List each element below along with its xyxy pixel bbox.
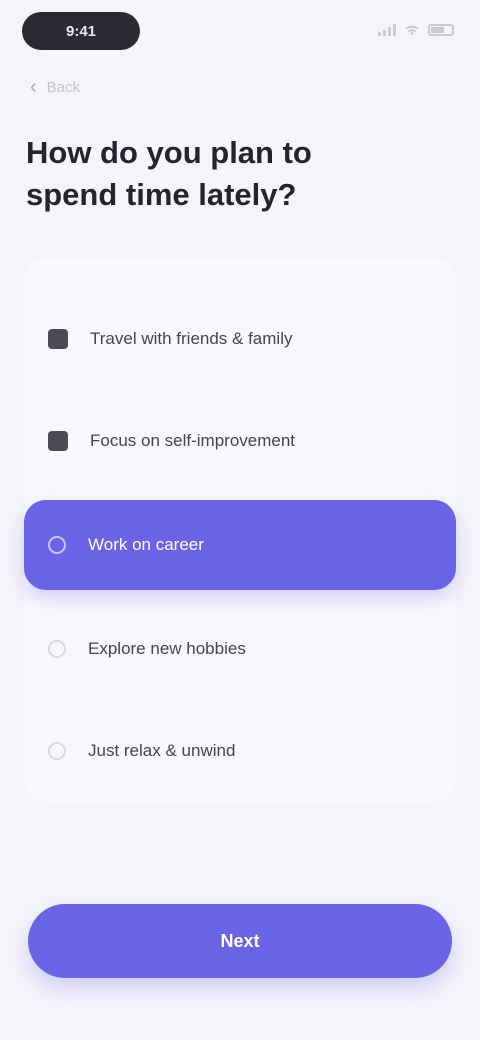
checkbox-checked-icon — [48, 329, 68, 349]
option-label: Focus on self-improvement — [90, 431, 296, 450]
signal-icon — [378, 24, 396, 36]
checkbox-checked-icon — [48, 431, 68, 451]
chevron-left-icon: ‹ — [30, 76, 37, 98]
radio-icon — [48, 536, 66, 554]
option-label: Work on career — [88, 535, 204, 554]
option-label: Explore new hobbies — [88, 639, 246, 658]
option-label: Travel with friends & family — [90, 329, 293, 348]
back-label: Back — [46, 78, 81, 96]
wifi-icon — [405, 25, 419, 36]
back-button[interactable]: ‹ Back — [30, 72, 80, 102]
radio-icon — [48, 742, 66, 760]
option-item-selected[interactable]: Work on career — [24, 500, 456, 590]
status-bar: 9:41 — [0, 0, 480, 64]
status-time: 9:41 — [22, 12, 140, 50]
question-title: How do you plan to spend time lately? — [26, 135, 312, 212]
survey-screen: 9:41 ‹ Back How do you plan to spend tim… — [0, 0, 480, 1040]
option-item[interactable]: Travel with friends & family — [24, 294, 456, 384]
options-list: Travel with friends & family Focus on se… — [24, 258, 456, 802]
option-item[interactable]: Explore new hobbies — [24, 604, 456, 694]
next-button[interactable]: Next — [28, 904, 452, 978]
battery-icon — [428, 24, 454, 36]
option-item[interactable]: Focus on self-improvement — [24, 396, 456, 486]
radio-icon — [48, 640, 66, 658]
option-item[interactable]: Just relax & unwind — [24, 706, 456, 796]
status-icons — [378, 20, 454, 40]
option-label: Just relax & unwind — [88, 741, 236, 760]
